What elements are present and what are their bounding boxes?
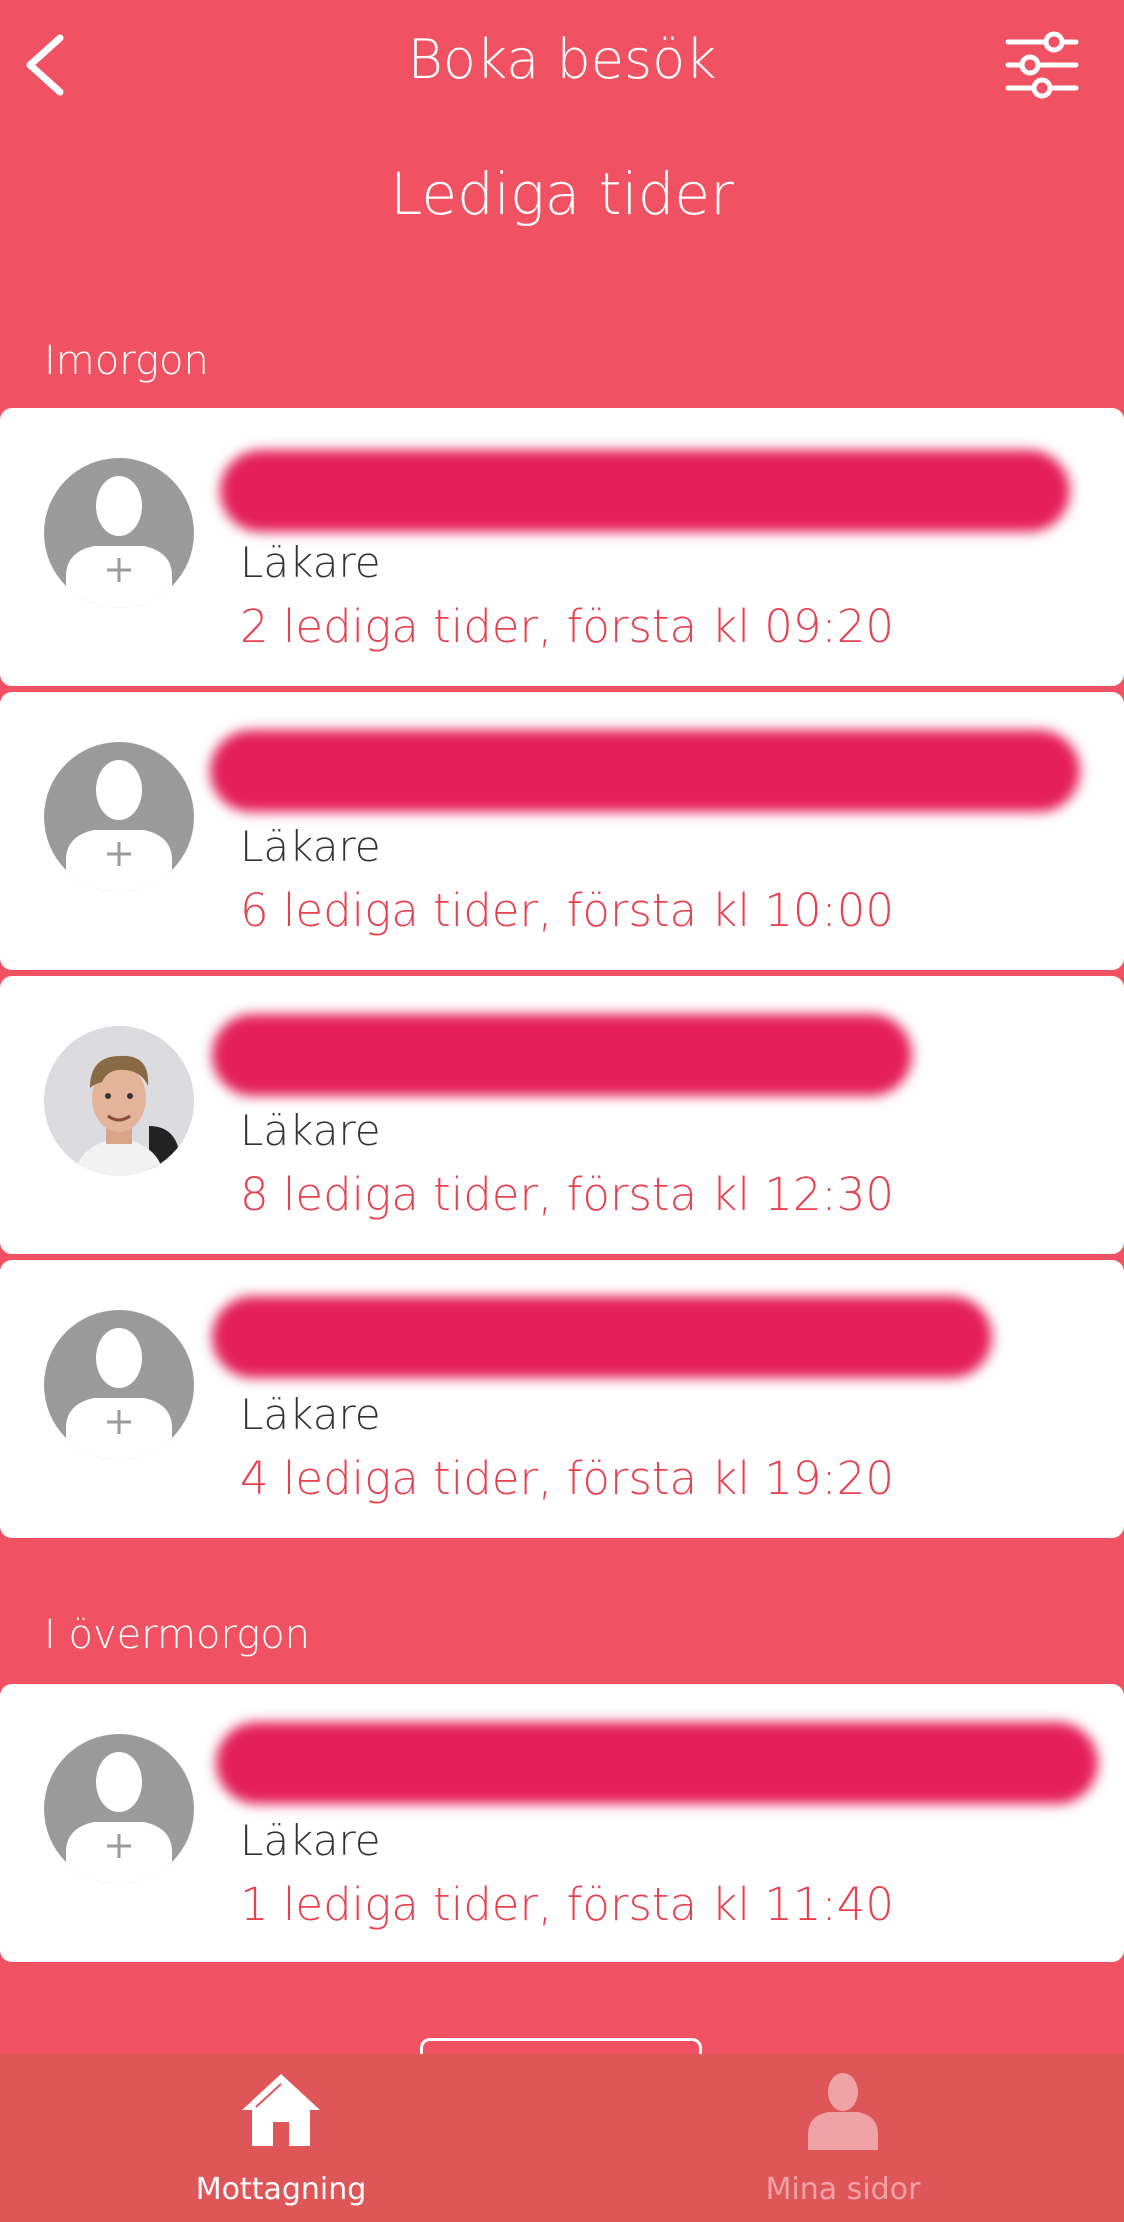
available-slots: 6 lediga tider, första kl 10:00 [240, 884, 894, 937]
person-icon [808, 2073, 878, 2150]
default-avatar-icon [44, 458, 194, 608]
photo-avatar [44, 1026, 194, 1176]
redacted-name [212, 1296, 992, 1378]
home-icon [242, 2074, 320, 2146]
doctor-card[interactable]: Läkare 4 lediga tider, första kl 19:20 [0, 1260, 1124, 1538]
default-avatar-icon [44, 742, 194, 892]
available-slots: 8 lediga tider, första kl 12:30 [240, 1168, 894, 1221]
page-title: Boka besök [407, 28, 717, 91]
redacted-name [212, 1014, 912, 1096]
doctor-role: Läkare [240, 1390, 381, 1439]
tab-mina-sidor[interactable]: Mina sidor [562, 2054, 1124, 2222]
tab-label: Mina sidor [765, 2172, 921, 2207]
doctor-card[interactable]: Läkare 8 lediga tider, första kl 12:30 [0, 976, 1124, 1254]
tab-mottagning[interactable]: Mottagning [0, 2054, 562, 2222]
doctor-role: Läkare [240, 822, 381, 871]
sliders-icon [1005, 31, 1079, 99]
section-label-overmorgon: I övermorgon [44, 1612, 311, 1658]
tab-label: Mottagning [195, 2172, 367, 2207]
section-label-imorgon: Imorgon [44, 338, 209, 384]
doctor-role: Läkare [240, 538, 381, 587]
filter-button[interactable] [1004, 30, 1080, 100]
available-slots: 2 lediga tider, första kl 09:20 [240, 600, 894, 653]
doctor-role: Läkare [240, 1106, 381, 1155]
doctor-role: Läkare [240, 1816, 381, 1865]
tab-bar: Mottagning Mina sidor [0, 2054, 1124, 2222]
doctor-card[interactable]: Läkare 6 lediga tider, första kl 10:00 [0, 692, 1124, 970]
doctor-card[interactable]: Läkare 1 lediga tider, första kl 11:40 [0, 1684, 1124, 1962]
doctor-card[interactable]: Läkare 2 lediga tider, första kl 09:20 [0, 408, 1124, 686]
page-subtitle: Lediga tider [390, 160, 734, 228]
default-avatar-icon [44, 1734, 194, 1884]
redacted-name [210, 730, 1080, 812]
header: Boka besök [0, 0, 1124, 140]
redacted-name [216, 1722, 1098, 1804]
redacted-name [220, 450, 1070, 532]
available-slots: 4 lediga tider, första kl 19:20 [240, 1452, 894, 1505]
default-avatar-icon [44, 1310, 194, 1460]
available-slots: 1 lediga tider, första kl 11:40 [240, 1878, 894, 1931]
